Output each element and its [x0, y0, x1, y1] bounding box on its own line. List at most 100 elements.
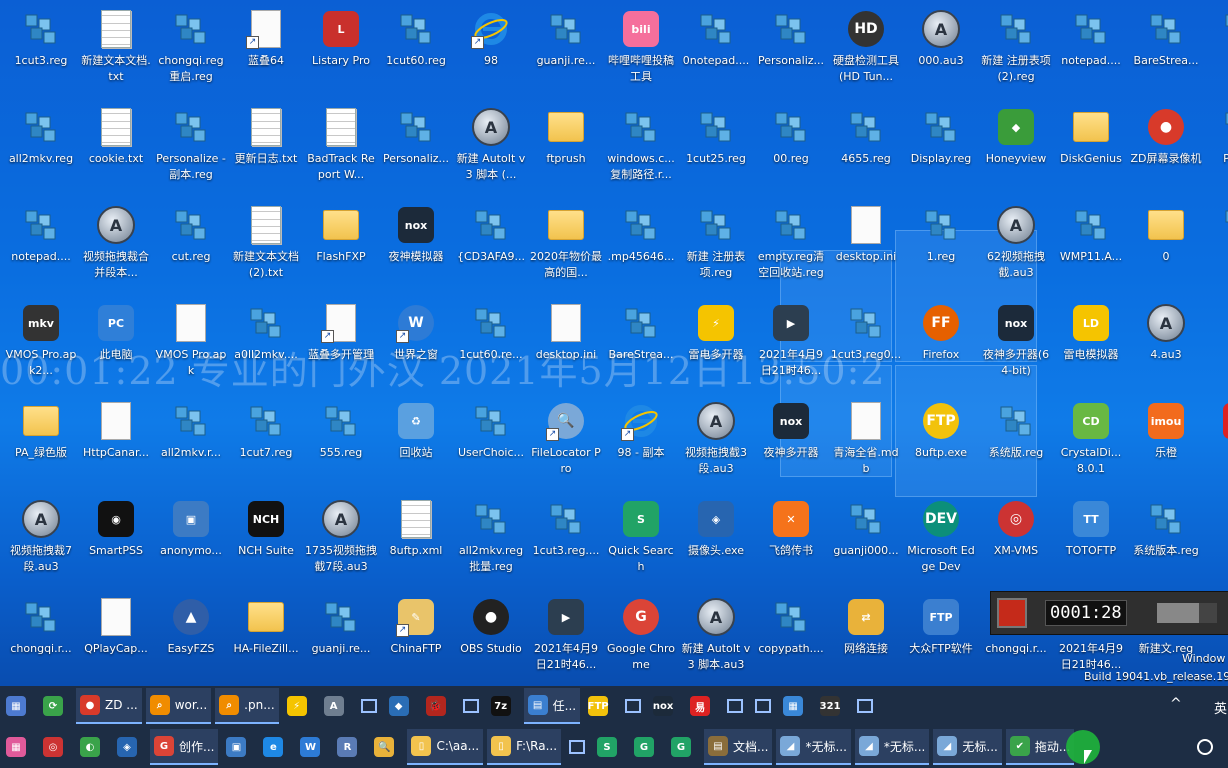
taskbar-button[interactable] [853, 689, 877, 723]
desktop-icon[interactable]: ⇄ 网络连接 [830, 591, 902, 687]
desktop-icon[interactable]: 1cut3.reg [5, 3, 77, 99]
desktop-icon[interactable]: 0 [1130, 199, 1202, 295]
desktop-icon[interactable]: 青海全省.mdb [830, 395, 902, 491]
desktop-icon[interactable]: ↗ 蓝叠64 [230, 3, 302, 99]
desktop-icon[interactable]: Personaliz... [755, 3, 827, 99]
desktop-icon[interactable]: FTP 8uftp.exe [905, 395, 977, 491]
desktop-icon[interactable]: HA-FileZill... [230, 591, 302, 687]
desktop-icon[interactable]: 更新日志.txt [230, 101, 302, 197]
taskbar-button[interactable]: G [630, 730, 663, 764]
desktop-icon[interactable]: A 000.au3 [905, 3, 977, 99]
desktop-icon[interactable]: WMP11.A... [1055, 199, 1127, 295]
desktop-icon[interactable]: all2mkv.reg [5, 101, 77, 197]
desktop-icon[interactable]: .mp45646... [605, 199, 677, 295]
desktop-icon[interactable]: NCH NCH Suite [230, 493, 302, 589]
desktop-icon[interactable]: A 视频拖拽裁合并段本... [80, 199, 152, 295]
desktop-icon[interactable]: A 视频拖拽截3段.au3 [680, 395, 752, 491]
taskbar-button[interactable]: ◢ *无标... [776, 729, 851, 765]
desktop-icon[interactable]: BareStrea... [1130, 3, 1202, 99]
taskbar-button[interactable]: ◎ [39, 730, 72, 764]
desktop-icon[interactable]: L Listary Pro [305, 3, 377, 99]
desktop-icon[interactable]: ● ZD屏幕录像机 [1130, 101, 1202, 197]
desktop-icon[interactable]: 1cut60.reg [380, 3, 452, 99]
desktop-icon[interactable]: FTP 大众FTP软件 [905, 591, 977, 687]
taskbar-button[interactable] [751, 689, 775, 723]
desktop-icon[interactable]: 系统版本.reg [1130, 493, 1202, 589]
taskbar-button[interactable]: ▯ F:\Ra... [487, 729, 562, 765]
desktop-icon[interactable]: FlashFXP [305, 199, 377, 295]
desktop-icon[interactable]: 4655.reg [830, 101, 902, 197]
desktop-icon[interactable]: guanji000... [830, 493, 902, 589]
desktop-icon[interactable]: cookie.txt [80, 101, 152, 197]
desktop-icon[interactable]: 2020年物价最高的国... [530, 199, 602, 295]
taskbar-button[interactable]: G [667, 730, 700, 764]
desktop-icon[interactable]: PA_绿色版 [5, 395, 77, 491]
desktop-icon[interactable]: ✕ 飞鸽传书 [755, 493, 827, 589]
taskbar-button[interactable]: ▦ [2, 689, 35, 723]
taskbar-button[interactable] [565, 730, 589, 764]
taskbar-button[interactable]: 🐞 [422, 689, 455, 723]
desktop-icon[interactable]: ▶ 2021年4月9日21时46... [530, 591, 602, 687]
desktop-icon[interactable]: 新建文本文档.txt [80, 3, 152, 99]
desktop-icon[interactable]: ● OBS Studio [455, 591, 527, 687]
desktop-icon[interactable]: ◎ XM-VMS [980, 493, 1052, 589]
desktop-icon[interactable]: DEV Microsoft Edge Dev [905, 493, 977, 589]
desktop-icon[interactable]: {CD3AFA9... [455, 199, 527, 295]
desktop-icon[interactable]: 新建 注册表项 (2).reg [980, 3, 1052, 99]
taskbar-button[interactable]: ▤ 任... [523, 688, 581, 724]
desktop-icon[interactable]: 00.reg [755, 101, 827, 197]
desktop-icon[interactable]: nox 夜神模拟器 [380, 199, 452, 295]
desktop-icon[interactable]: ftprush [530, 101, 602, 197]
desktop-icon[interactable]: 1cut3.reg.... [530, 493, 602, 589]
desktop-icon[interactable]: all2mkv.r... [155, 395, 227, 491]
desktop-icon[interactable]: A 新建 AutoIt v3 脚本 (... [455, 101, 527, 197]
desktop-icon[interactable]: cut.reg [155, 199, 227, 295]
taskbar-button[interactable]: W [296, 730, 329, 764]
desktop-icon[interactable]: imou 乐橙 [1130, 395, 1202, 491]
desktop-icon[interactable]: A 视频拖拽裁7段.au3 [5, 493, 77, 589]
desktop-icon[interactable]: ✎ ↗ ChinaFTP [380, 591, 452, 687]
desktop-icon[interactable]: all2mkv.reg批量.reg [455, 493, 527, 589]
taskbar-button[interactable] [357, 689, 381, 723]
taskbar-button[interactable]: A [320, 689, 353, 723]
ime-indicator[interactable]: 英 [1214, 698, 1227, 717]
taskbar-button[interactable]: 易 [686, 689, 719, 723]
desktop-icon[interactable]: copypath.... [755, 591, 827, 687]
stop-record-button[interactable] [997, 598, 1027, 628]
taskbar-button[interactable]: ▤ 文档... [704, 729, 773, 765]
taskbar-button[interactable]: ⚡ [283, 689, 316, 723]
desktop-icon[interactable]: A 1735视频拖拽截7段.au3 [305, 493, 377, 589]
desktop-icon[interactable]: HD 硬盘检测工具(HD Tun... [830, 3, 902, 99]
desktop-icon[interactable]: 8uftp.xml [380, 493, 452, 589]
taskbar-button[interactable]: ▦ [779, 689, 812, 723]
taskbar-button[interactable]: ▯ C:\aa... [407, 729, 484, 765]
taskbar-button[interactable]: ▦ [2, 730, 35, 764]
desktop-icon[interactable]: ▲ EasyFZS [155, 591, 227, 687]
desktop-icon[interactable]: windows.c...复制路径.r... [605, 101, 677, 197]
desktop-icon[interactable]: .m4 [1205, 3, 1228, 99]
taskbar-button[interactable]: 7z [487, 689, 520, 723]
desktop-icon[interactable]: ♻ 回收站 [380, 395, 452, 491]
taskbar-button[interactable]: nox [649, 689, 682, 723]
taskbar-button[interactable]: 🔍 [370, 730, 403, 764]
desktop-icon[interactable]: 系统版.reg [980, 395, 1052, 491]
taskbar-button[interactable]: ◢ 无标... [933, 729, 1002, 765]
taskbar-button[interactable]: G 创作... [150, 729, 219, 765]
desktop-icon[interactable]: CD CrystalDi... 8.0.1 [1055, 395, 1127, 491]
taskbar-button[interactable]: ⌕ .pn... [215, 688, 279, 724]
taskbar-button[interactable]: 321 [816, 689, 849, 723]
recorder-widget[interactable]: 0001:28 [990, 591, 1228, 635]
desktop-icon[interactable]: 新建 注册表项.reg [680, 199, 752, 295]
desktop-icon[interactable]: 新建文本文档 (2).txt [230, 199, 302, 295]
desktop-icon[interactable]: ◈ 摄像头.exe [680, 493, 752, 589]
desktop-icon[interactable]: 555.reg [305, 395, 377, 491]
taskbar-button[interactable]: FTP [584, 689, 617, 723]
desktop-icon[interactable]: 1cut25.reg [680, 101, 752, 197]
taskbar-button[interactable] [723, 689, 747, 723]
taskbar-button[interactable]: ✔ 拖动... [1005, 729, 1075, 765]
taskbar-button[interactable]: ◈ [113, 730, 146, 764]
desktop-icon[interactable]: ↗ 98 - 副本 [605, 395, 677, 491]
desktop-icon[interactable]: Pe FTF [1205, 101, 1228, 197]
desktop-icon[interactable]: nox 夜神多开器 [755, 395, 827, 491]
taskbar-button[interactable]: ⟳ [39, 689, 72, 723]
